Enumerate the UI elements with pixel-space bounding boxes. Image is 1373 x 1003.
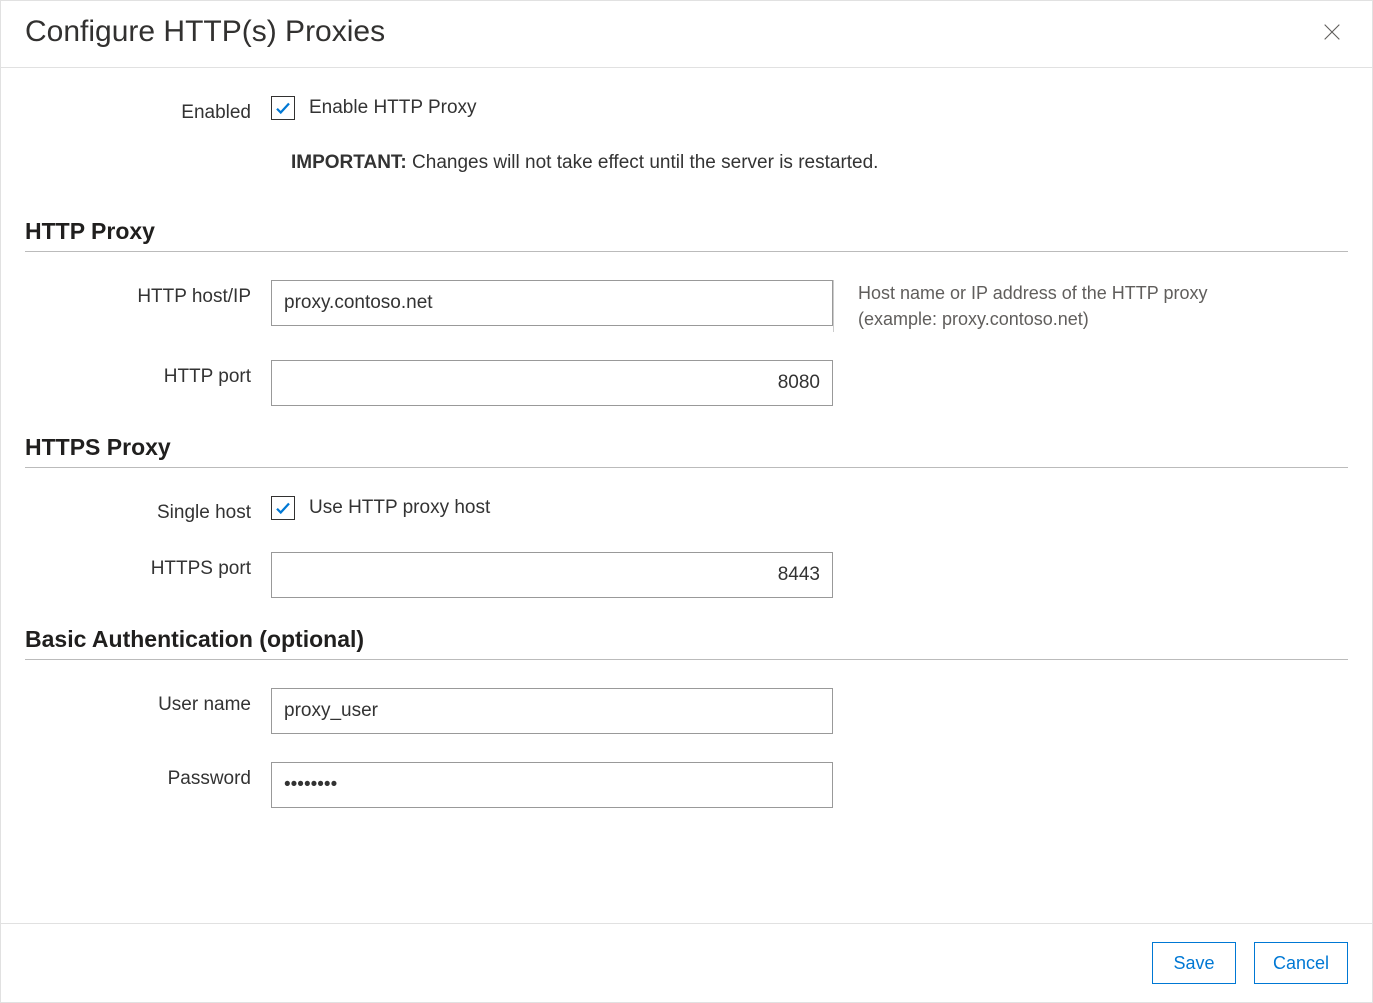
enable-proxy-checkbox[interactable] <box>271 96 295 120</box>
http-port-row: HTTP port <box>25 360 1348 406</box>
http-host-label: HTTP host/IP <box>25 280 271 308</box>
username-input[interactable] <box>271 688 833 734</box>
dialog-header: Configure HTTP(s) Proxies <box>1 1 1372 68</box>
username-label: User name <box>25 688 271 716</box>
enabled-label: Enabled <box>25 96 271 124</box>
checkmark-icon <box>274 99 292 117</box>
enable-proxy-checkbox-label: Enable HTTP Proxy <box>309 97 477 119</box>
http-proxy-heading: HTTP Proxy <box>25 218 1348 245</box>
single-host-checkbox-wrap[interactable]: Use HTTP proxy host <box>271 496 833 520</box>
username-row: User name <box>25 688 1348 734</box>
single-host-label: Single host <box>25 496 271 524</box>
password-label: Password <box>25 762 271 790</box>
close-button[interactable] <box>1316 16 1348 48</box>
http-port-label: HTTP port <box>25 360 271 388</box>
basic-auth-heading: Basic Authentication (optional) <box>25 626 1348 653</box>
enable-proxy-checkbox-wrap[interactable]: Enable HTTP Proxy <box>271 96 833 120</box>
single-host-checkbox-label: Use HTTP proxy host <box>309 497 490 519</box>
https-port-input[interactable] <box>271 552 833 598</box>
http-host-row: HTTP host/IP Host name or IP address of … <box>25 280 1348 332</box>
dialog-footer: Save Cancel <box>1 923 1372 1002</box>
important-text: Changes will not take effect until the s… <box>407 152 879 173</box>
checkmark-icon <box>274 499 292 517</box>
enabled-row: Enabled Enable HTTP Proxy <box>25 96 1348 124</box>
http-port-input[interactable] <box>271 360 833 406</box>
https-proxy-rule <box>25 467 1348 468</box>
save-button[interactable]: Save <box>1152 942 1236 984</box>
https-port-row: HTTPS port <box>25 552 1348 598</box>
http-host-help: Host name or IP address of the HTTP prox… <box>833 280 1213 332</box>
basic-auth-rule <box>25 659 1348 660</box>
password-input[interactable] <box>271 762 833 808</box>
https-proxy-heading: HTTPS Proxy <box>25 434 1348 461</box>
single-host-row: Single host Use HTTP proxy host <box>25 496 1348 524</box>
http-proxy-rule <box>25 251 1348 252</box>
cancel-button[interactable]: Cancel <box>1254 942 1348 984</box>
dialog-body: Enabled Enable HTTP Proxy IMPORTANT: Cha… <box>1 68 1372 923</box>
important-notice-row: IMPORTANT: Changes will not take effect … <box>25 152 1348 174</box>
http-host-input[interactable] <box>271 280 833 326</box>
https-port-label: HTTPS port <box>25 552 271 580</box>
single-host-checkbox[interactable] <box>271 496 295 520</box>
important-notice: IMPORTANT: Changes will not take effect … <box>291 152 878 174</box>
password-row: Password <box>25 762 1348 808</box>
configure-proxies-dialog: Configure HTTP(s) Proxies Enabled Enable… <box>0 0 1373 1003</box>
close-icon <box>1321 21 1343 43</box>
dialog-title: Configure HTTP(s) Proxies <box>25 15 385 49</box>
important-prefix: IMPORTANT: <box>291 152 407 173</box>
